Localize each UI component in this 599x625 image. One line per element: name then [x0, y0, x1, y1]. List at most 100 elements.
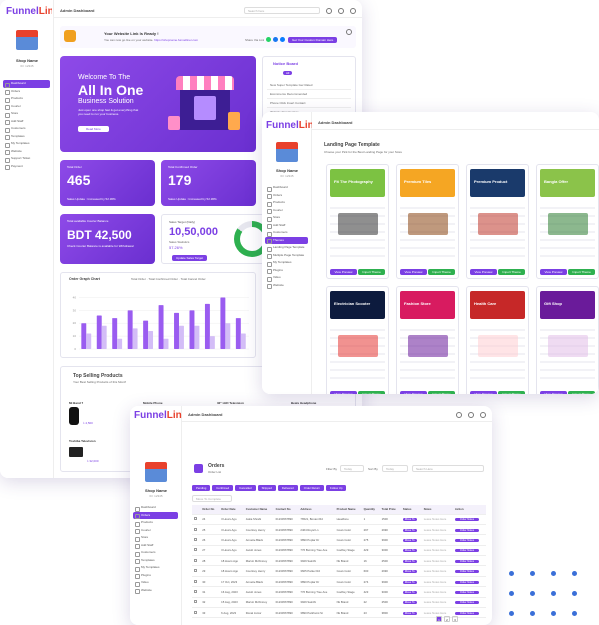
- status-cell[interactable]: Move To: [400, 565, 422, 577]
- status-select[interactable]: Move To: [402, 549, 417, 553]
- row-checkbox[interactable]: [192, 524, 201, 536]
- import-theme-button[interactable]: Import Theme: [358, 391, 385, 394]
- read-more-button[interactable]: Read More: [78, 126, 109, 132]
- action-cell[interactable]: Order Notes: [452, 576, 486, 588]
- status-select[interactable]: Move To: [402, 590, 417, 594]
- status-select[interactable]: Move To: [402, 518, 417, 522]
- menu-item-courier[interactable]: Courier: [133, 527, 178, 535]
- menu-item-add-staff[interactable]: Add Staff: [3, 118, 50, 126]
- status-select[interactable]: Move To: [402, 611, 417, 615]
- action-cell[interactable]: Order Notes: [452, 586, 486, 598]
- action-cell[interactable]: Order Notes: [452, 565, 486, 577]
- tab-delivered[interactable]: Delivered: [277, 485, 298, 491]
- menu-item-dashboard[interactable]: Dashboard: [3, 80, 50, 88]
- message-icon[interactable]: [326, 7, 332, 14]
- status-select[interactable]: Move To: [402, 570, 417, 574]
- view-preview-button[interactable]: View Preview: [470, 391, 497, 394]
- sort-select[interactable]: Today: [382, 465, 408, 472]
- close-icon[interactable]: [346, 29, 352, 35]
- menu-item-customers[interactable]: Customers: [265, 229, 308, 237]
- menu-item-store[interactable]: Store: [133, 534, 178, 542]
- menu-item-website[interactable]: Website: [133, 587, 178, 595]
- menu-item-orders[interactable]: Orders: [133, 511, 178, 519]
- message-icon[interactable]: [456, 411, 462, 418]
- menu-item-multiple-page-template[interactable]: Multiple Page Template: [265, 252, 308, 260]
- action-cell[interactable]: Order Notes: [452, 534, 486, 546]
- notice-item[interactable]: Phone Click Insert Contact: [267, 99, 351, 108]
- table-row[interactable]: 28 18 Hours Ago Marvin McKinney 01234567890…: [192, 555, 486, 567]
- menu-item-video[interactable]: Video: [133, 579, 178, 587]
- row-checkbox[interactable]: [192, 586, 201, 598]
- row-checkbox[interactable]: [192, 545, 201, 557]
- notice-item[interactable]: Ecommerce Recommended: [267, 90, 351, 99]
- table-row[interactable]: 24 3 Hours Ago Jakia Shrabi 01234567890 7652…: [192, 514, 486, 525]
- table-row[interactable]: 31 16 Aug, 2023 Jacob Jones 01234567890 776 …: [192, 586, 486, 598]
- menu-item-store[interactable]: Store: [265, 214, 308, 222]
- orders-search[interactable]: Search Here: [412, 465, 484, 472]
- menu-item-website[interactable]: Website: [3, 148, 50, 156]
- menu-item-store[interactable]: Store: [3, 110, 50, 118]
- import-theme-button[interactable]: Import Theme: [358, 269, 385, 275]
- table-row[interactable]: 25 3 Hours Ago Courtney Henry 01234567890 24…: [192, 524, 486, 536]
- facebook-icon[interactable]: [273, 37, 278, 42]
- menu-item-dashboard[interactable]: Dashboard: [265, 184, 308, 192]
- menu-item-website[interactable]: Website: [265, 282, 308, 290]
- status-cell[interactable]: Move To: [400, 545, 422, 557]
- status-select[interactable]: Move To: [402, 601, 417, 605]
- status-cell[interactable]: Move To: [400, 607, 422, 619]
- menu-item-payment[interactable]: Payment: [3, 163, 50, 171]
- view-preview-button[interactable]: View Preview: [400, 391, 427, 394]
- row-checkbox[interactable]: [192, 514, 201, 525]
- bulk-action-select[interactable]: Move To Complete: [192, 495, 232, 502]
- import-theme-button[interactable]: Import Theme: [428, 391, 455, 394]
- status-select[interactable]: Move To: [402, 580, 417, 584]
- notes-cell[interactable]: Leave Notes Here: [421, 524, 453, 536]
- table-row[interactable]: 27 3 Hours Ago Jacob Jones 01234567890 776 B…: [192, 545, 486, 557]
- tab-follow-up[interactable]: Follow Up: [326, 485, 347, 491]
- status-select[interactable]: Move To: [402, 559, 417, 563]
- table-row[interactable]: 26 3 Hours Ago Annette Black 01234567890 389…: [192, 534, 486, 546]
- table-row[interactable]: 29 18 Hours Ago Courtney Henry 01234567890 3…: [192, 565, 486, 577]
- order-notes-button[interactable]: Order Notes: [454, 518, 480, 522]
- menu-item-my-templates[interactable]: My Templates: [133, 564, 178, 572]
- menu-item-plugins[interactable]: Plugins: [265, 267, 308, 275]
- action-cell[interactable]: Order Notes: [452, 555, 486, 567]
- notes-cell[interactable]: Leave Notes Here: [421, 597, 453, 609]
- import-theme-button[interactable]: Import Theme: [568, 391, 595, 394]
- order-notes-button[interactable]: Order Notes: [454, 538, 480, 542]
- status-cell[interactable]: Move To: [400, 597, 422, 609]
- filter-select[interactable]: Today: [340, 465, 364, 472]
- notes-cell[interactable]: Leave Notes Here: [421, 545, 453, 557]
- action-cell[interactable]: Order Notes: [452, 545, 486, 557]
- menu-item-dashboard[interactable]: Dashboard: [133, 504, 178, 512]
- view-preview-button[interactable]: View Preview: [330, 269, 357, 275]
- menu-item-orders[interactable]: Orders: [3, 88, 50, 96]
- view-preview-button[interactable]: View Preview: [540, 391, 567, 394]
- row-checkbox[interactable]: [192, 565, 201, 577]
- status-cell[interactable]: Move To: [400, 576, 422, 588]
- menu-item-courier[interactable]: Courier: [3, 103, 50, 111]
- menu-item-products[interactable]: Products: [265, 199, 308, 207]
- order-notes-button[interactable]: Order Notes: [454, 580, 480, 584]
- status-cell[interactable]: Move To: [400, 524, 422, 536]
- table-row[interactable]: 32 15 Aug, 2023 Marvin McKinney 01234567890…: [192, 597, 486, 609]
- status-cell[interactable]: Move To: [400, 514, 422, 525]
- view-preview-button[interactable]: View Preview: [400, 269, 427, 275]
- view-preview-button[interactable]: View Preview: [330, 391, 357, 394]
- view-preview-button[interactable]: View Preview: [540, 269, 567, 275]
- status-select[interactable]: Move To: [402, 528, 417, 532]
- row-checkbox[interactable]: [192, 576, 201, 588]
- tab-order-return[interactable]: Order Return: [299, 485, 325, 491]
- page-3[interactable]: 3: [452, 616, 458, 622]
- status-select[interactable]: Move To: [402, 538, 417, 542]
- notice-tab-all[interactable]: All: [283, 71, 293, 75]
- notes-cell[interactable]: Leave Notes Here: [421, 514, 453, 525]
- menu-item-add-staff[interactable]: Add Staff: [133, 542, 178, 550]
- notes-cell[interactable]: Leave Notes Here: [421, 586, 453, 598]
- row-checkbox[interactable]: [192, 534, 201, 546]
- custom-domain-button[interactable]: Get Your Custom Domain Here: [288, 37, 338, 43]
- order-notes-button[interactable]: Order Notes: [454, 601, 480, 605]
- notes-cell[interactable]: Leave Notes Here: [421, 555, 453, 567]
- order-notes-button[interactable]: Order Notes: [454, 611, 480, 615]
- notes-cell[interactable]: Leave Notes Here: [421, 565, 453, 577]
